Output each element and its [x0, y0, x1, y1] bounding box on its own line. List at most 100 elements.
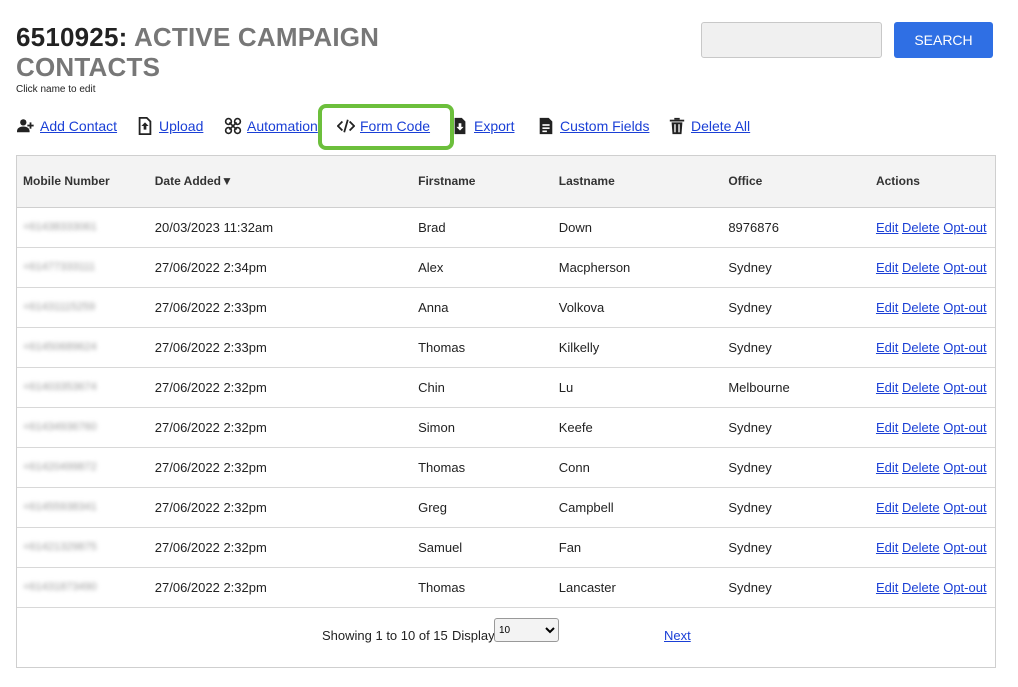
column-lastname[interactable]: Lastname [553, 156, 723, 207]
title-block: 6510925: ACTIVE CAMPAIGN CONTACTS Click … [16, 22, 416, 95]
delete-link[interactable]: Delete [902, 500, 940, 515]
opt-out-link[interactable]: Opt-out [943, 300, 986, 315]
search-button[interactable]: SEARCH [894, 22, 993, 58]
form-code-link[interactable]: Form Code [336, 112, 430, 140]
opt-out-link[interactable]: Opt-out [943, 220, 986, 235]
opt-out-link[interactable]: Opt-out [943, 540, 986, 555]
edit-link[interactable]: Edit [876, 460, 898, 475]
custom-fields-label: Custom Fields [560, 118, 650, 134]
office-cell: 8976876 [728, 219, 779, 235]
firstname-cell[interactable]: Thomas [412, 567, 553, 607]
firstname-cell[interactable]: Thomas [412, 327, 553, 367]
date-added-cell: 27/06/2022 2:33pm [154, 339, 267, 355]
add-contact-link[interactable]: Add Contact [16, 112, 117, 140]
delete-link[interactable]: Delete [902, 340, 940, 355]
table-header-row: Mobile Number Date Added▼ Firstname Last… [17, 156, 995, 207]
delete-all-link[interactable]: Delete All [667, 112, 750, 140]
opt-out-link[interactable]: Opt-out [943, 260, 986, 275]
opt-out-link[interactable]: Opt-out [943, 580, 986, 595]
table-row: +61420499872 27/06/2022 2:32pm Thomas Conn S… [17, 447, 995, 487]
date-added-cell: 20/03/2023 11:32am [154, 219, 274, 235]
opt-out-link[interactable]: Opt-out [943, 460, 986, 475]
firstname-cell[interactable]: Thomas [412, 447, 553, 487]
export-label: Export [474, 118, 515, 134]
table-row: +61431873490 27/06/2022 2:32pm Thomas Lanca… [17, 567, 995, 607]
column-date-added[interactable]: Date Added▼ [149, 156, 412, 207]
edit-link[interactable]: Edit [876, 260, 898, 275]
mobile-number-cell: +61438333061 [23, 221, 97, 233]
opt-out-link[interactable]: Opt-out [943, 380, 986, 395]
edit-link[interactable]: Edit [876, 300, 898, 315]
office-cell: Sydney [728, 459, 772, 475]
opt-out-link[interactable]: Opt-out [943, 500, 986, 515]
delete-link[interactable]: Delete [902, 580, 940, 595]
table-row: +61450689624 27/06/2022 2:33pm Thomas Kilke… [17, 327, 995, 367]
edit-link[interactable]: Edit [876, 500, 898, 515]
export-link[interactable]: Export [450, 112, 514, 140]
column-actions: Actions [875, 174, 920, 189]
date-added-cell: 27/06/2022 2:32pm [154, 539, 267, 555]
actions-cell: Edit Delete Opt-out [870, 527, 995, 567]
page-title: 6510925: ACTIVE CAMPAIGN CONTACTS [16, 22, 416, 82]
lastname-cell: Keefe [558, 419, 593, 435]
date-added-cell: 27/06/2022 2:32pm [154, 499, 267, 515]
table-row: +61434936760 27/06/2022 2:32pm Simon Keefe S… [17, 407, 995, 447]
date-added-cell: 27/06/2022 2:34pm [154, 259, 267, 275]
custom-fields-icon [536, 116, 556, 136]
date-added-cell: 27/06/2022 2:32pm [154, 379, 267, 395]
lastname-cell: Fan [558, 539, 582, 555]
edit-link[interactable]: Edit [876, 540, 898, 555]
search-input[interactable] [701, 22, 882, 58]
table-row: +61455938341 27/06/2022 2:32pm Greg Campbel… [17, 487, 995, 527]
lastname-cell: Lancaster [558, 579, 616, 595]
edit-link[interactable]: Edit [876, 420, 898, 435]
automation-label: Automation [247, 118, 318, 134]
mobile-number-cell: +61450689624 [23, 341, 97, 353]
column-firstname[interactable]: Firstname [412, 156, 553, 207]
delete-link[interactable]: Delete [902, 300, 940, 315]
table-row: +61438333061 20/03/2023 11:32am Brad Down 89… [17, 207, 995, 247]
delete-link[interactable]: Delete [902, 420, 940, 435]
mobile-number-cell: +61431115259 [23, 301, 96, 313]
opt-out-link[interactable]: Opt-out [943, 340, 986, 355]
next-page-link[interactable]: Next [664, 628, 691, 643]
date-added-cell: 27/06/2022 2:32pm [154, 419, 267, 435]
office-cell: Sydney [728, 579, 772, 595]
add-contact-label: Add Contact [40, 118, 118, 134]
code-icon [336, 116, 356, 136]
mobile-number-cell: +61477333111 [23, 261, 96, 273]
mobile-number-cell: +61420499872 [23, 461, 97, 473]
delete-link[interactable]: Delete [902, 220, 940, 235]
display-count-select[interactable]: 10 [494, 618, 559, 642]
firstname-cell[interactable]: Alex [412, 247, 553, 287]
upload-file-icon [135, 116, 155, 136]
edit-link[interactable]: Edit [876, 220, 898, 235]
office-cell: Sydney [728, 539, 772, 555]
delete-link[interactable]: Delete [902, 260, 940, 275]
office-cell: Melbourne [728, 379, 790, 395]
opt-out-link[interactable]: Opt-out [943, 420, 986, 435]
lastname-cell: Kilkelly [558, 339, 600, 355]
actions-cell: Edit Delete Opt-out [870, 327, 995, 367]
column-office[interactable]: Office [722, 156, 870, 207]
custom-fields-link[interactable]: Custom Fields [536, 112, 649, 140]
column-mobile-number[interactable]: Mobile Number [17, 156, 149, 207]
firstname-cell[interactable]: Brad [412, 207, 553, 247]
lastname-cell: Conn [558, 459, 590, 475]
firstname-cell[interactable]: Greg [412, 487, 553, 527]
delete-link[interactable]: Delete [902, 460, 940, 475]
office-cell: Sydney [728, 499, 772, 515]
upload-link[interactable]: Upload [135, 112, 203, 140]
automation-link[interactable]: Automation [223, 112, 318, 140]
firstname-cell[interactable]: Chin [412, 367, 553, 407]
delete-link[interactable]: Delete [902, 380, 940, 395]
delete-link[interactable]: Delete [902, 540, 940, 555]
pagination: Showing 1 to 10 of 15 Display 10 Next [17, 618, 995, 654]
edit-link[interactable]: Edit [876, 380, 898, 395]
firstname-cell[interactable]: Samuel [412, 527, 553, 567]
edit-link[interactable]: Edit [876, 580, 898, 595]
firstname-cell[interactable]: Anna [412, 287, 553, 327]
edit-link[interactable]: Edit [876, 340, 898, 355]
firstname-cell[interactable]: Simon [412, 407, 553, 447]
form-code-label: Form Code [360, 118, 431, 134]
